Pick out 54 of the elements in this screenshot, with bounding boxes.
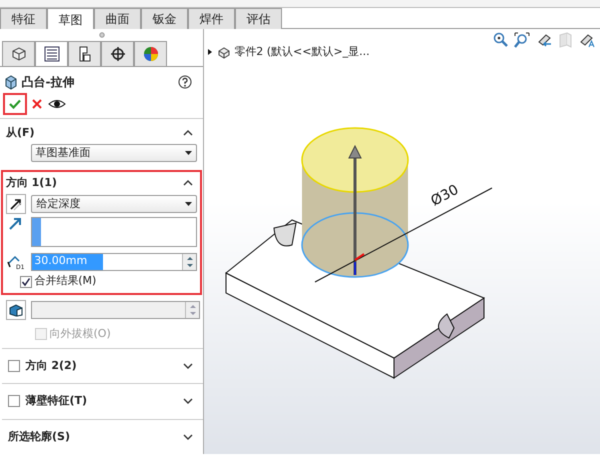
arrow-icon xyxy=(8,197,23,212)
section-checkbox[interactable] xyxy=(8,360,20,372)
ok-button[interactable] xyxy=(2,93,27,116)
spin-arrows-icon[interactable] xyxy=(186,256,194,268)
direction-selection-field[interactable] xyxy=(31,217,198,247)
dimension-label[interactable]: Ø30 xyxy=(428,182,462,210)
section-title: 从(F) xyxy=(6,125,36,141)
command-tab[interactable]: 钣金 xyxy=(141,8,188,29)
expand-arrow-icon[interactable] xyxy=(206,48,213,56)
reverse-direction-button[interactable] xyxy=(6,194,26,214)
eye-icon xyxy=(48,99,66,110)
preview-button[interactable] xyxy=(48,99,66,110)
section-title: 所选轮廓(S) xyxy=(8,428,71,444)
expand-chevron-icon[interactable] xyxy=(183,434,193,440)
command-tab[interactable]: 曲面 xyxy=(94,8,141,29)
extrude-icon xyxy=(2,74,19,90)
dropdown-caret-icon xyxy=(185,202,192,206)
part-icon xyxy=(216,45,232,59)
collapse-chevron-icon[interactable] xyxy=(183,180,194,186)
cancel-button[interactable] xyxy=(32,99,42,110)
end-condition-dropdown[interactable]: 给定深度 xyxy=(31,195,198,214)
manager-tab[interactable] xyxy=(2,41,35,66)
tree-root-item[interactable]: 零件2 (默认<<默认>_显... xyxy=(234,44,370,60)
previous-view-icon[interactable] xyxy=(536,32,552,48)
section-checkbox[interactable] xyxy=(8,395,20,408)
command-tab[interactable]: 焊件 xyxy=(188,8,235,29)
checkmark-icon xyxy=(8,99,21,110)
expand-chevron-icon[interactable] xyxy=(183,362,193,369)
zoom-area-icon[interactable] xyxy=(514,32,530,48)
manager-tab[interactable] xyxy=(101,41,134,66)
dropdown-caret-icon xyxy=(185,151,192,156)
manager-tab[interactable] xyxy=(68,41,101,66)
section-title: 方向 2(2) xyxy=(26,358,78,374)
command-tab[interactable]: 草图 xyxy=(47,8,94,30)
draft-icon xyxy=(8,303,24,317)
command-tab[interactable]: 特征 xyxy=(0,8,47,29)
section-title: 方向 1(1) xyxy=(6,175,58,191)
draft-angle-field[interactable] xyxy=(31,301,200,319)
feature-title: 凸台-拉伸 xyxy=(22,74,76,90)
help-icon[interactable] xyxy=(178,74,192,88)
collapse-chevron-icon[interactable] xyxy=(183,130,193,136)
view-orientation-icon[interactable] xyxy=(578,32,594,48)
command-tab[interactable]: 评估 xyxy=(235,8,282,29)
section-title: 薄壁特征(T) xyxy=(26,393,88,409)
start-condition-dropdown[interactable]: 草图基准面 xyxy=(30,144,197,162)
close-icon xyxy=(32,99,42,110)
outward-draft-label: 向外拔模(O) xyxy=(50,326,111,342)
expand-chevron-icon[interactable] xyxy=(183,398,193,404)
grip-handle-icon[interactable] xyxy=(98,32,104,38)
manager-tab[interactable] xyxy=(35,41,68,66)
draft-button[interactable] xyxy=(6,300,26,320)
merge-checkbox[interactable] xyxy=(20,276,32,288)
zoom-to-fit-icon[interactable] xyxy=(492,32,508,48)
merge-label: 合并结果(M) xyxy=(34,273,96,290)
